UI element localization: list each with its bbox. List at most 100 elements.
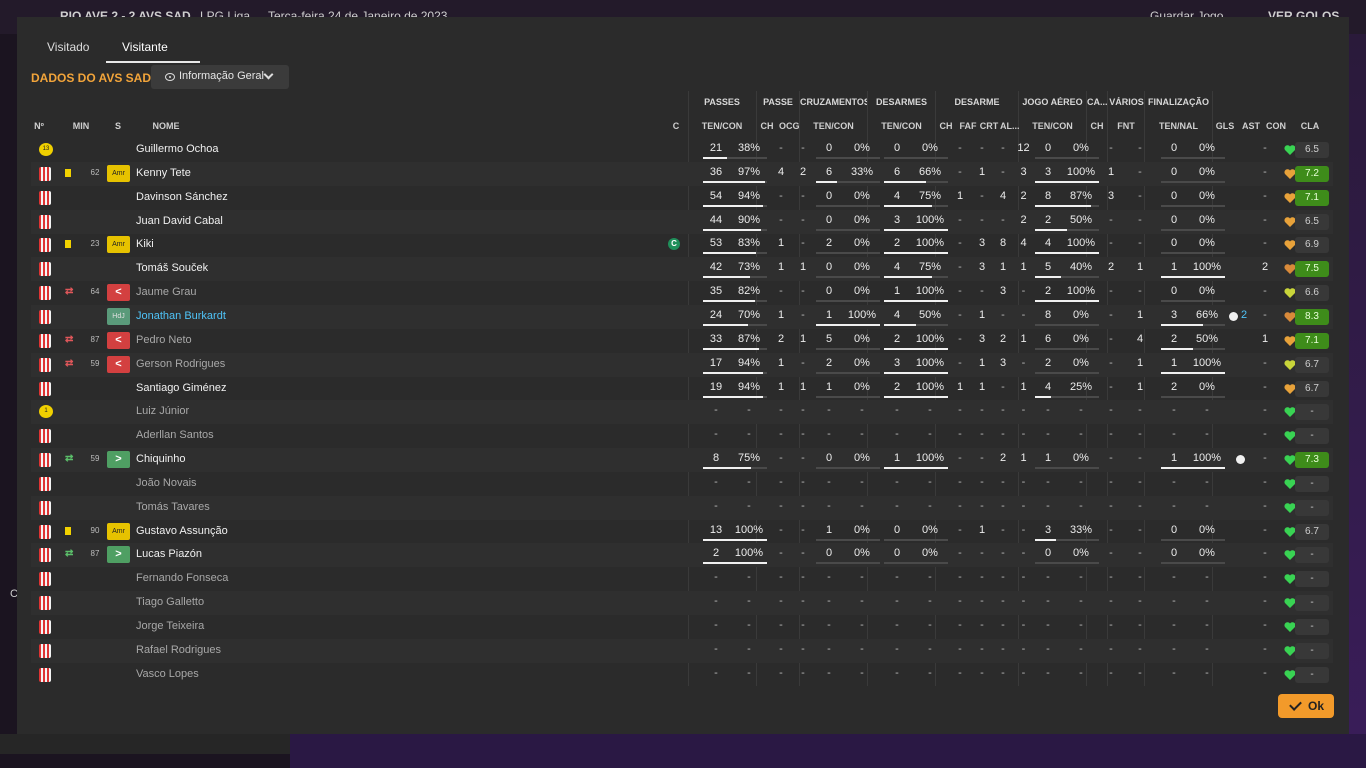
column-header-passe-ch[interactable]: CH (758, 121, 776, 131)
table-row[interactable]: Rafael Rodrigues - - - - - - - - - - - - - - - - - - - - (31, 638, 1333, 663)
column-header-cruz[interactable]: TEN/CON (800, 121, 867, 131)
column-header-num[interactable]: Nº (31, 121, 47, 131)
column-header-min[interactable]: MIN (69, 121, 93, 131)
table-row[interactable]: Santiago Giménez 19 94% 1 1 1 0% 2 100% 1 1 - 1 4 25% -… (31, 377, 1333, 401)
table-row[interactable]: Jorge Teixeira - - - - - - - - - - - - - - - - - - - - (31, 615, 1333, 639)
table-row[interactable]: Tiago Galletto - - - - - - - - - - - - - - - - - - - - (31, 591, 1333, 616)
table-row[interactable]: Tomáš Souček 42 73% 1 1 0 0% 4 75% -3 1 1 5 40% 2 1 1 100… (31, 257, 1333, 282)
key-pass-ocg: - (801, 475, 805, 488)
aerial-bar (1035, 347, 1099, 350)
player-name[interactable]: Santiago Giménez (136, 382, 227, 394)
player-name[interactable]: Chiquinho (136, 453, 186, 465)
ca-ch: - (1109, 499, 1113, 512)
table-row[interactable]: 90 Amr Gustavo Assunção 13 100% - - 1 0% 0 0% - 1 - - 3… (31, 520, 1333, 544)
table-row[interactable]: João Novais - - - - - - - - - - - - - - - - - - - - (31, 472, 1333, 496)
table-row[interactable]: 1 Luiz Júnior - - - - - - - - - - - - - - - - - - - - (31, 400, 1333, 425)
player-name[interactable]: Luiz Júnior (136, 405, 189, 417)
player-name[interactable]: Davinson Sánchez (136, 191, 228, 203)
def-crt: - (1001, 404, 1005, 417)
view-dropdown[interactable]: Informação Geral (151, 65, 289, 89)
rating-badge: 6.7 (1295, 523, 1329, 540)
column-header-des-crt[interactable]: CRT (979, 121, 999, 131)
player-name[interactable]: Jonathan Burkardt (136, 310, 226, 322)
player-name[interactable]: Guillermo Ochoa (136, 143, 219, 155)
shots-percent: 0% (1199, 237, 1215, 250)
table-row[interactable]: 13 Guillermo Ochoa 21 38% - -0 0% 0 0% - - -12 0 0% - -… (31, 138, 1333, 162)
crosses-bar (816, 467, 880, 470)
table-row[interactable]: Davinson Sánchez 54 94% - -0 0% 4 75% 1-4 2 8 87% 3-… (31, 186, 1333, 210)
passes-attempts: 2 (712, 547, 720, 560)
player-name[interactable]: Rafael Rodrigues (136, 644, 221, 656)
ca-ch: - (1109, 642, 1113, 655)
table-row[interactable]: ⇄ 59 < Gerson Rodrigues 17 94% 1-2 0% 3 100% -1 3-2… (31, 352, 1333, 377)
tackles-percent: 100% (915, 452, 945, 465)
crosses-percent: - (860, 428, 864, 441)
table-row[interactable]: HdJ Jonathan Burkardt 24 70% 1 - 1 100% 4 50% - 1 - -… (31, 304, 1333, 329)
player-name[interactable]: Lucas Piazón (136, 548, 202, 560)
player-name[interactable]: Tomás Tavares (136, 501, 210, 513)
column-header-ast[interactable]: AST (1239, 121, 1263, 131)
column-header-ca-ch[interactable]: CH (1088, 121, 1106, 131)
table-row[interactable]: Tomás Tavares - - - - - - - - - - - - - - - - - - - - (31, 495, 1333, 520)
player-name[interactable]: Pedro Neto (136, 334, 192, 346)
player-name[interactable]: Vasco Lopes (136, 668, 199, 680)
player-name[interactable]: Tomáš Souček (136, 262, 208, 274)
passes-bar (703, 276, 767, 279)
player-name[interactable]: João Novais (136, 477, 197, 489)
player-name[interactable]: Aderllan Santos (136, 429, 214, 441)
tackles-bar (884, 467, 948, 470)
passes-percent: - (747, 475, 751, 488)
column-header-des-ch[interactable]: CH (937, 121, 955, 131)
shots-attempts: 0 (1170, 237, 1178, 250)
player-name[interactable]: Kenny Tete (136, 167, 191, 179)
table-row[interactable]: Aderllan Santos - - - - - - - - - - - - - - - - - - - - (31, 424, 1333, 448)
table-row[interactable]: 23 Amr Kiki C 53 83% 1-2 0% 2 100% -3 8 4 4 100% - -0 0% -… (31, 233, 1333, 257)
aerial-attempts: 0 (1044, 547, 1052, 560)
tab-home[interactable]: Visitado (47, 40, 89, 54)
column-header-c[interactable]: C (669, 121, 683, 131)
crosses-percent: - (860, 475, 864, 488)
column-header-cla[interactable]: CLA (1293, 121, 1327, 131)
column-header-des-al[interactable]: AL... (1000, 121, 1019, 131)
tab-away[interactable]: Visitante (122, 40, 168, 54)
player-name[interactable]: Juan David Cabal (136, 215, 223, 227)
player-name[interactable]: Gustavo Assunção (136, 525, 228, 537)
column-header-gls[interactable]: GLS (1214, 121, 1236, 131)
def-ch: - (958, 619, 962, 631)
table-row[interactable]: ⇄ 87 > Lucas Piazón 2 100% - - 0 0% 0 0% - - - - 0 0% - - 0 0… (31, 543, 1333, 568)
player-name[interactable]: Jorge Teixeira (136, 620, 204, 632)
column-header-varios-fnt[interactable]: FNT (1109, 121, 1143, 131)
ok-button[interactable]: Ok (1278, 694, 1334, 718)
player-name[interactable]: Jaume Grau (136, 286, 197, 298)
column-header-passes[interactable]: TEN/CON (689, 121, 755, 131)
aerial-bar (1035, 252, 1099, 255)
table-row[interactable]: ⇄ 64 < Jaume Grau 35 82% - -0 0% 1 100% - -3-2 100% - -… (31, 281, 1333, 305)
column-header-s[interactable]: S (113, 121, 123, 131)
tackles-bar (884, 300, 948, 303)
player-name[interactable]: Kiki (136, 238, 154, 250)
passes-attempts: 54 (709, 189, 723, 202)
table-row[interactable]: ⇄ 59 > Chiquinho 8 75% - -0 0% 1 100% - -2 1 1 0% - -1 100… (31, 448, 1333, 473)
table-row[interactable]: Juan David Cabal 44 90% - -0 0% 3 100% - - -2 2 50% -… (31, 209, 1333, 234)
column-header-aereo[interactable]: TEN/CON (1019, 121, 1086, 131)
player-name[interactable]: Gerson Rodrigues (136, 358, 225, 370)
column-header-passe-ocg[interactable]: OCG (779, 121, 799, 131)
shots-attempts: 2 (1170, 380, 1178, 393)
key-pass-ocg: - (801, 428, 805, 441)
table-row[interactable]: Fernando Fonseca - - - - - - - - - - - - - - - - - - - - (31, 567, 1333, 591)
passes-attempts: 8 (712, 452, 720, 465)
player-name[interactable]: Tiago Galletto (136, 596, 204, 608)
column-header-name[interactable]: NOME (136, 121, 196, 131)
column-header-final[interactable]: TEN/NAL (1145, 121, 1212, 131)
passes-percent: 94% (737, 189, 761, 202)
column-header-desarmes[interactable]: TEN/CON (868, 121, 935, 131)
shots-percent: 0% (1199, 523, 1215, 536)
column-header-des-faf[interactable]: FAF (958, 121, 978, 131)
column-header-con[interactable]: CON (1265, 121, 1287, 131)
table-row[interactable]: Vasco Lopes - - - - - - - - - - - - - - - - - - - - (31, 663, 1333, 687)
def-crt: - (1001, 523, 1005, 536)
passes-attempts: 44 (709, 213, 723, 226)
table-row[interactable]: 62 Amr Kenny Tete 36 97% 4 2 6 33% 6 66% -1-3 3 100% 1… (31, 161, 1333, 186)
table-row[interactable]: ⇄ 87 < Pedro Neto 33 87% 2 1 5 0% 2 100% -3 2 1 6 0% -4 2 5… (31, 329, 1333, 353)
player-name[interactable]: Fernando Fonseca (136, 572, 228, 584)
